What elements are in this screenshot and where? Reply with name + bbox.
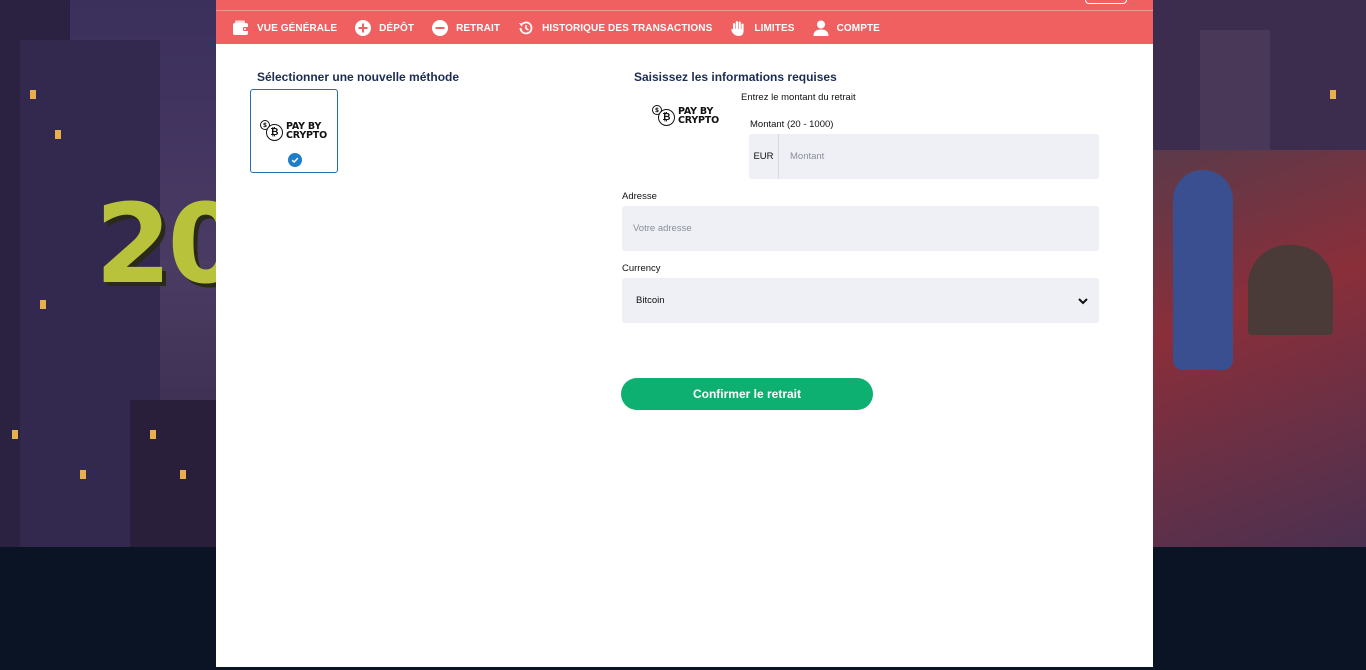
chevron-down-icon (1078, 297, 1088, 304)
cashier-panel: VUE GÉNÉRALE DÉPÔT RETRAIT HISTORIQUE DE… (216, 0, 1153, 667)
amount-label: Montant (20 - 1000) (750, 119, 834, 130)
currency-label: Currency (622, 263, 661, 274)
nav-item-label: LIMITES (754, 22, 795, 34)
crypto-coins-icon: $ ₿ (260, 120, 284, 142)
address-input[interactable] (622, 206, 1099, 251)
selected-check-icon (288, 153, 302, 167)
amount-input-group: EUR (749, 134, 1099, 179)
nav-item-limits[interactable]: LIMITES (729, 19, 794, 37)
plus-circle-icon (354, 19, 372, 37)
window (55, 130, 61, 139)
window (40, 300, 46, 309)
nav-item-history[interactable]: HISTORIQUE DES TRANSACTIONS (517, 19, 712, 37)
hero-figure (1173, 170, 1233, 370)
nav-item-label: VUE GÉNÉRALE (257, 22, 338, 34)
user-icon (812, 19, 830, 37)
window (150, 430, 156, 439)
window (12, 430, 18, 439)
payment-method-card[interactable]: $ ₿ PAY BY CRYPTO (250, 89, 338, 173)
currency-select[interactable]: Bitcoin (622, 278, 1099, 323)
currency-prefix: EUR (749, 134, 779, 179)
hand-icon (729, 19, 747, 37)
window (180, 470, 186, 479)
logo-text: PAY BY CRYPTO (286, 121, 327, 141)
history-icon (517, 19, 535, 37)
wallet-icon (232, 19, 250, 37)
window (30, 90, 36, 99)
close-button[interactable] (1085, 0, 1127, 4)
nav-item-label: DÉPÔT (379, 22, 415, 34)
crypto-coins-icon: $ ₿ (652, 105, 676, 127)
nav-menu: VUE GÉNÉRALE DÉPÔT RETRAIT HISTORIQUE DE… (232, 17, 897, 39)
nav-item-label: COMPTE (836, 22, 880, 34)
address-field (622, 206, 1099, 251)
nav-item-label: RETRAIT (456, 22, 501, 34)
nav-item-label: HISTORIQUE DES TRANSACTIONS (542, 22, 713, 34)
required-info-title: Saisissez les informations requises (634, 70, 837, 84)
cashier-navbar: VUE GÉNÉRALE DÉPÔT RETRAIT HISTORIQUE DE… (216, 0, 1153, 44)
building (130, 400, 216, 547)
logo-text: PAY BY CRYPTO (678, 106, 719, 126)
pay-by-crypto-logo: $ ₿ PAY BY CRYPTO (260, 120, 327, 142)
nav-item-account[interactable]: COMPTE (812, 19, 880, 37)
minus-circle-icon (431, 19, 449, 37)
nav-item-withdraw[interactable]: RETRAIT (431, 19, 500, 37)
window (80, 470, 86, 479)
hero-illustration (1153, 150, 1366, 547)
currency-selected-value: Bitcoin (636, 295, 665, 306)
address-label: Adresse (622, 191, 657, 202)
amount-prompt: Entrez le montant du retrait (741, 92, 856, 103)
nav-item-overview[interactable]: VUE GÉNÉRALE (232, 19, 337, 37)
amount-input[interactable] (779, 134, 1099, 179)
navbar-divider (216, 10, 1153, 11)
nav-item-deposit[interactable]: DÉPÔT (354, 19, 414, 37)
confirm-withdraw-button[interactable]: Confirmer le retrait (621, 378, 873, 410)
pay-by-crypto-logo: $ ₿ PAY BY CRYPTO (652, 105, 719, 127)
select-method-title: Sélectionner une nouvelle méthode (257, 70, 460, 84)
window (1330, 90, 1336, 99)
water-tower (1248, 245, 1333, 335)
